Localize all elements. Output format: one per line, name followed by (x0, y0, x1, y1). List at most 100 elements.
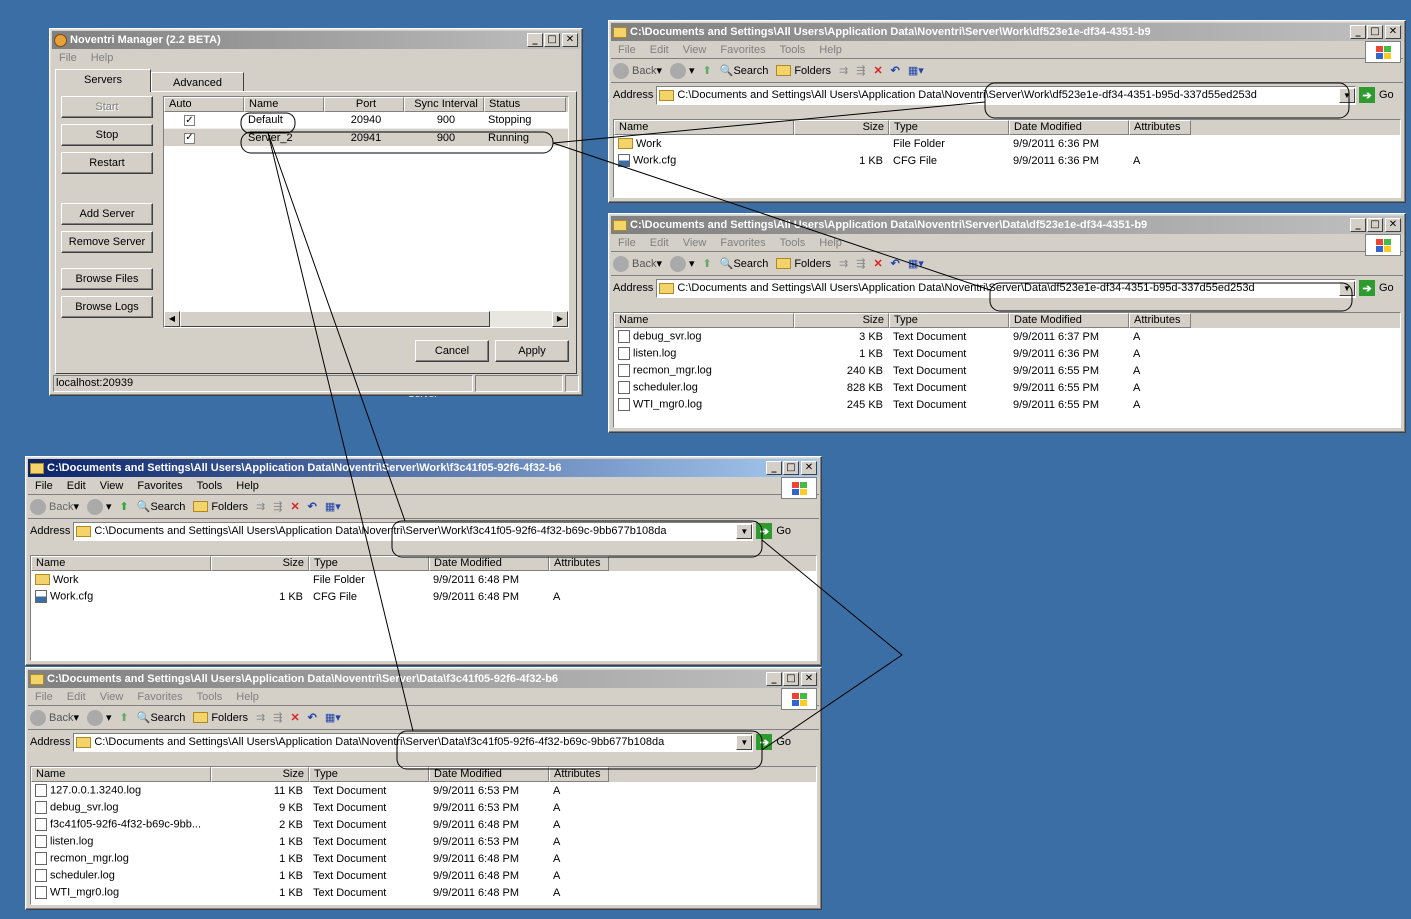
address-dropdown-icon[interactable]: ▼ (1339, 87, 1355, 103)
maximize-button[interactable]: □ (783, 672, 799, 686)
views-icon[interactable]: ▦▾ (908, 257, 924, 270)
minimize-button[interactable]: _ (766, 461, 782, 475)
delete-icon[interactable]: ✕ (873, 64, 882, 77)
up-folder-icon[interactable]: ⬆ (120, 500, 129, 513)
col-type[interactable]: Type (889, 313, 1009, 328)
minimize-button[interactable]: _ (1350, 218, 1366, 232)
col-date[interactable]: Date Modified (429, 556, 549, 571)
menu-tools[interactable]: Tools (190, 691, 230, 703)
menu-view[interactable]: View (676, 44, 714, 56)
col-auto[interactable]: Auto (164, 97, 244, 112)
horizontal-scrollbar[interactable]: ◀ ▶ (164, 311, 568, 327)
go-button[interactable]: ➔ Go (756, 523, 800, 539)
search-button[interactable]: 🔍 Search (137, 500, 186, 514)
go-button[interactable]: ➔ Go (1359, 280, 1403, 296)
maximize-button[interactable]: □ (544, 33, 560, 47)
menu-file[interactable]: File (28, 691, 60, 703)
col-attributes[interactable]: Attributes (549, 767, 609, 782)
menu-edit[interactable]: Edit (643, 237, 676, 249)
col-size[interactable]: Size (794, 313, 889, 328)
up-folder-icon[interactable]: ⬆ (703, 257, 712, 270)
stop-button[interactable]: Stop (61, 124, 153, 146)
minimize-button[interactable]: _ (527, 33, 543, 47)
browse-files-button[interactable]: Browse Files (61, 268, 153, 290)
address-input[interactable]: C:\Documents and Settings\All Users\Appl… (73, 521, 754, 541)
col-date[interactable]: Date Modified (429, 767, 549, 782)
col-size[interactable]: Size (211, 767, 309, 782)
col-port[interactable]: Port (324, 97, 404, 112)
menu-file[interactable]: File (28, 480, 60, 492)
maximize-button[interactable]: □ (1367, 25, 1383, 39)
folders-button[interactable]: Folders (776, 258, 831, 270)
start-button[interactable]: Start (61, 96, 153, 118)
browse-logs-button[interactable]: Browse Logs (61, 296, 153, 318)
up-folder-icon[interactable]: ⬆ (703, 64, 712, 77)
back-button[interactable]: Back ▾ (30, 498, 79, 515)
file-row[interactable]: WTI_mgr0.log 1 KB Text Document 9/9/2011 6:… (31, 884, 816, 901)
file-row[interactable]: debug_svr.log 9 KB Text Document 9/9/2011 6… (31, 799, 816, 816)
search-button[interactable]: 🔍 Search (137, 711, 186, 725)
menu-edit[interactable]: Edit (60, 691, 93, 703)
forward-button[interactable]: ▾ (87, 498, 112, 515)
file-row[interactable]: Work File Folder 9/9/2011 6:36 PM (614, 135, 1400, 152)
menu-edit[interactable]: Edit (643, 44, 676, 56)
close-button[interactable]: ✕ (1385, 25, 1401, 39)
tab-advanced[interactable]: Advanced (151, 72, 244, 92)
scroll-right-icon[interactable]: ▶ (552, 311, 568, 327)
file-row[interactable]: WTI_mgr0.log 245 KB Text Document 9/9/2011 … (614, 396, 1400, 413)
forward-button[interactable]: ▾ (87, 709, 112, 726)
file-row[interactable]: scheduler.log 828 KB Text Document 9/9/2011… (614, 379, 1400, 396)
col-name[interactable]: Name (244, 97, 324, 112)
delete-icon[interactable]: ✕ (873, 257, 882, 270)
forward-button[interactable]: ▾ (670, 255, 695, 272)
file-list[interactable]: Name Size Type Date Modified Attributes … (30, 766, 817, 905)
file-row[interactable]: Work File Folder 9/9/2011 6:48 PM (31, 571, 816, 588)
views-icon[interactable]: ▦▾ (325, 711, 341, 724)
file-list[interactable]: Name Size Type Date Modified Attributes … (613, 312, 1401, 428)
file-row[interactable]: Work.cfg 1 KB CFG File 9/9/2011 6:48 PM A (31, 588, 816, 605)
file-list[interactable]: Name Size Type Date Modified Attributes … (613, 119, 1401, 198)
move-to-icon[interactable]: ⇉ (256, 711, 265, 724)
auto-checkbox[interactable]: ✓ (184, 132, 195, 144)
close-button[interactable]: ✕ (801, 461, 817, 475)
close-button[interactable]: ✕ (1385, 218, 1401, 232)
up-folder-icon[interactable]: ⬆ (120, 711, 129, 724)
file-row[interactable]: scheduler.log 1 KB Text Document 9/9/2011 6… (31, 867, 816, 884)
menu-favorites[interactable]: Favorites (130, 480, 189, 492)
tab-servers[interactable]: Servers (55, 69, 151, 92)
forward-button[interactable]: ▾ (670, 62, 695, 79)
search-button[interactable]: 🔍 Search (720, 64, 769, 78)
menu-tools[interactable]: Tools (190, 480, 230, 492)
delete-icon[interactable]: ✕ (290, 711, 299, 724)
resize-grip[interactable] (565, 375, 579, 392)
undo-icon[interactable]: ↶ (891, 257, 900, 270)
cancel-button[interactable]: Cancel (415, 340, 489, 362)
explorer-titlebar[interactable]: C:\Documents and Settings\All Users\Appl… (611, 23, 1403, 41)
col-type[interactable]: Type (889, 120, 1009, 135)
file-row[interactable]: 127.0.0.1.3240.log 11 KB Text Document 9/9/… (31, 782, 816, 799)
col-status[interactable]: Status (484, 97, 566, 112)
back-button[interactable]: Back ▾ (30, 709, 79, 726)
restart-button[interactable]: Restart (61, 152, 153, 174)
delete-icon[interactable]: ✕ (290, 500, 299, 513)
menu-view[interactable]: View (93, 480, 131, 492)
col-type[interactable]: Type (309, 767, 429, 782)
file-list[interactable]: Name Size Type Date Modified Attributes … (30, 555, 817, 661)
server-list[interactable]: Auto Name Port Sync Interval Status ✓ De… (163, 96, 569, 328)
search-button[interactable]: 🔍 Search (720, 257, 769, 271)
folders-button[interactable]: Folders (193, 712, 248, 724)
col-date[interactable]: Date Modified (1009, 313, 1129, 328)
auto-checkbox[interactable]: ✓ (184, 115, 195, 127)
menu-file[interactable]: File (611, 44, 643, 56)
copy-to-icon[interactable]: ⇶ (273, 711, 282, 724)
server-row-default[interactable]: ✓ Default 20940 900 Stopping (164, 112, 568, 129)
file-row[interactable]: listen.log 1 KB Text Document 9/9/2011 6:53… (31, 833, 816, 850)
col-type[interactable]: Type (309, 556, 429, 571)
menu-help[interactable]: Help (812, 44, 849, 56)
views-icon[interactable]: ▦▾ (325, 500, 341, 513)
add-server-button[interactable]: Add Server (61, 203, 153, 225)
col-name[interactable]: Name (31, 556, 211, 571)
undo-icon[interactable]: ↶ (308, 711, 317, 724)
scroll-left-icon[interactable]: ◀ (164, 311, 180, 327)
go-button[interactable]: ➔ Go (756, 734, 800, 750)
